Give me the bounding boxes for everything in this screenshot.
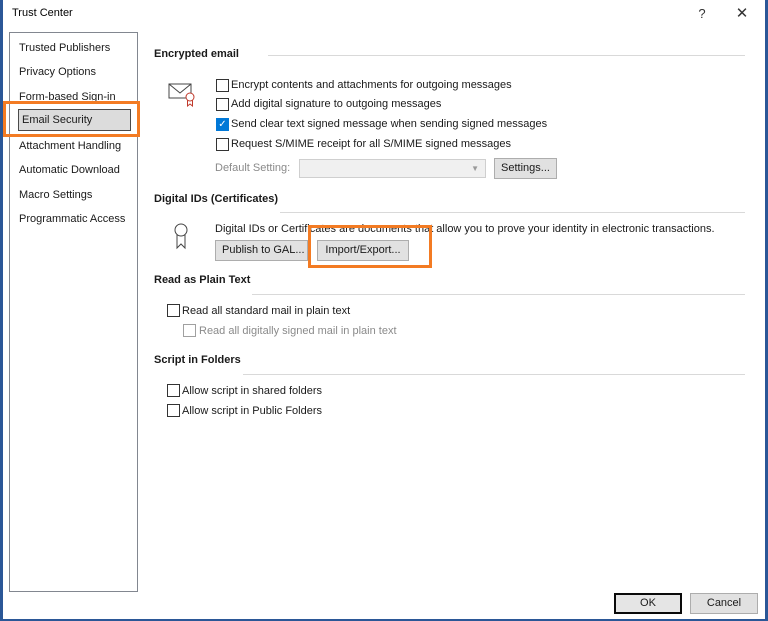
read-signed-plain-text-label: Read all digitally signed mail in plain … (199, 325, 397, 337)
help-button[interactable]: ? (688, 3, 716, 25)
add-signature-checkbox[interactable] (216, 98, 229, 111)
chevron-down-icon: ▼ (471, 164, 479, 173)
allow-script-shared-checkbox[interactable] (167, 384, 180, 397)
send-clear-text-checkbox[interactable]: ✓ (216, 118, 229, 131)
close-button[interactable]: ✕ (728, 3, 756, 25)
envelope-certificate-icon (168, 81, 196, 110)
window-title: Trust Center (12, 7, 73, 19)
sidebar-item-programmatic-access[interactable]: Programmatic Access (19, 213, 125, 225)
sidebar-item-trusted-publishers[interactable]: Trusted Publishers (19, 42, 110, 54)
script-folders-title: Script in Folders (154, 354, 241, 366)
sidebar-item-privacy-options[interactable]: Privacy Options (19, 66, 96, 78)
encrypt-contents-checkbox[interactable] (216, 79, 229, 92)
read-plain-text-label: Read all standard mail in plain text (182, 305, 351, 317)
plain-text-title: Read as Plain Text (154, 274, 251, 286)
sidebar-item-attachment-handling[interactable]: Attachment Handling (19, 140, 121, 152)
import-export-highlight (308, 225, 432, 268)
allow-script-public-checkbox[interactable] (167, 404, 180, 417)
read-signed-plain-text-checkbox[interactable] (183, 324, 196, 337)
read-plain-text-checkbox[interactable] (167, 304, 180, 317)
plain-text-divider (252, 294, 745, 295)
settings-button[interactable]: Settings... (494, 158, 557, 179)
default-setting-select[interactable]: ▼ (299, 159, 486, 178)
digital-ids-description: Digital IDs or Certificates are document… (215, 223, 715, 235)
ok-button[interactable]: OK (614, 593, 682, 614)
certificate-ribbon-icon (172, 222, 190, 253)
default-setting-label: Default Setting: (215, 162, 291, 174)
request-smime-receipt-label: Request S/MIME receipt for all S/MIME si… (231, 138, 511, 150)
sidebar-item-automatic-download[interactable]: Automatic Download (19, 164, 120, 176)
email-security-highlight (3, 101, 140, 137)
publish-to-gal-button[interactable]: Publish to GAL... (215, 240, 308, 261)
encrypt-contents-label: Encrypt contents and attachments for out… (231, 79, 512, 91)
script-folders-divider (243, 374, 745, 375)
allow-script-shared-label: Allow script in shared folders (182, 385, 323, 397)
digital-ids-title: Digital IDs (Certificates) (154, 193, 279, 205)
add-signature-label: Add digital signature to outgoing messag… (231, 98, 442, 110)
sidebar-item-macro-settings[interactable]: Macro Settings (19, 189, 92, 201)
allow-script-public-label: Allow script in Public Folders (182, 405, 322, 417)
window-border-left (0, 0, 3, 621)
request-smime-receipt-checkbox[interactable] (216, 138, 229, 151)
digital-ids-divider (280, 212, 745, 213)
send-clear-text-label: Send clear text signed message when send… (231, 118, 548, 130)
encrypted-email-title: Encrypted email (154, 48, 239, 60)
encrypted-email-divider (268, 55, 745, 56)
cancel-button[interactable]: Cancel (690, 593, 758, 614)
